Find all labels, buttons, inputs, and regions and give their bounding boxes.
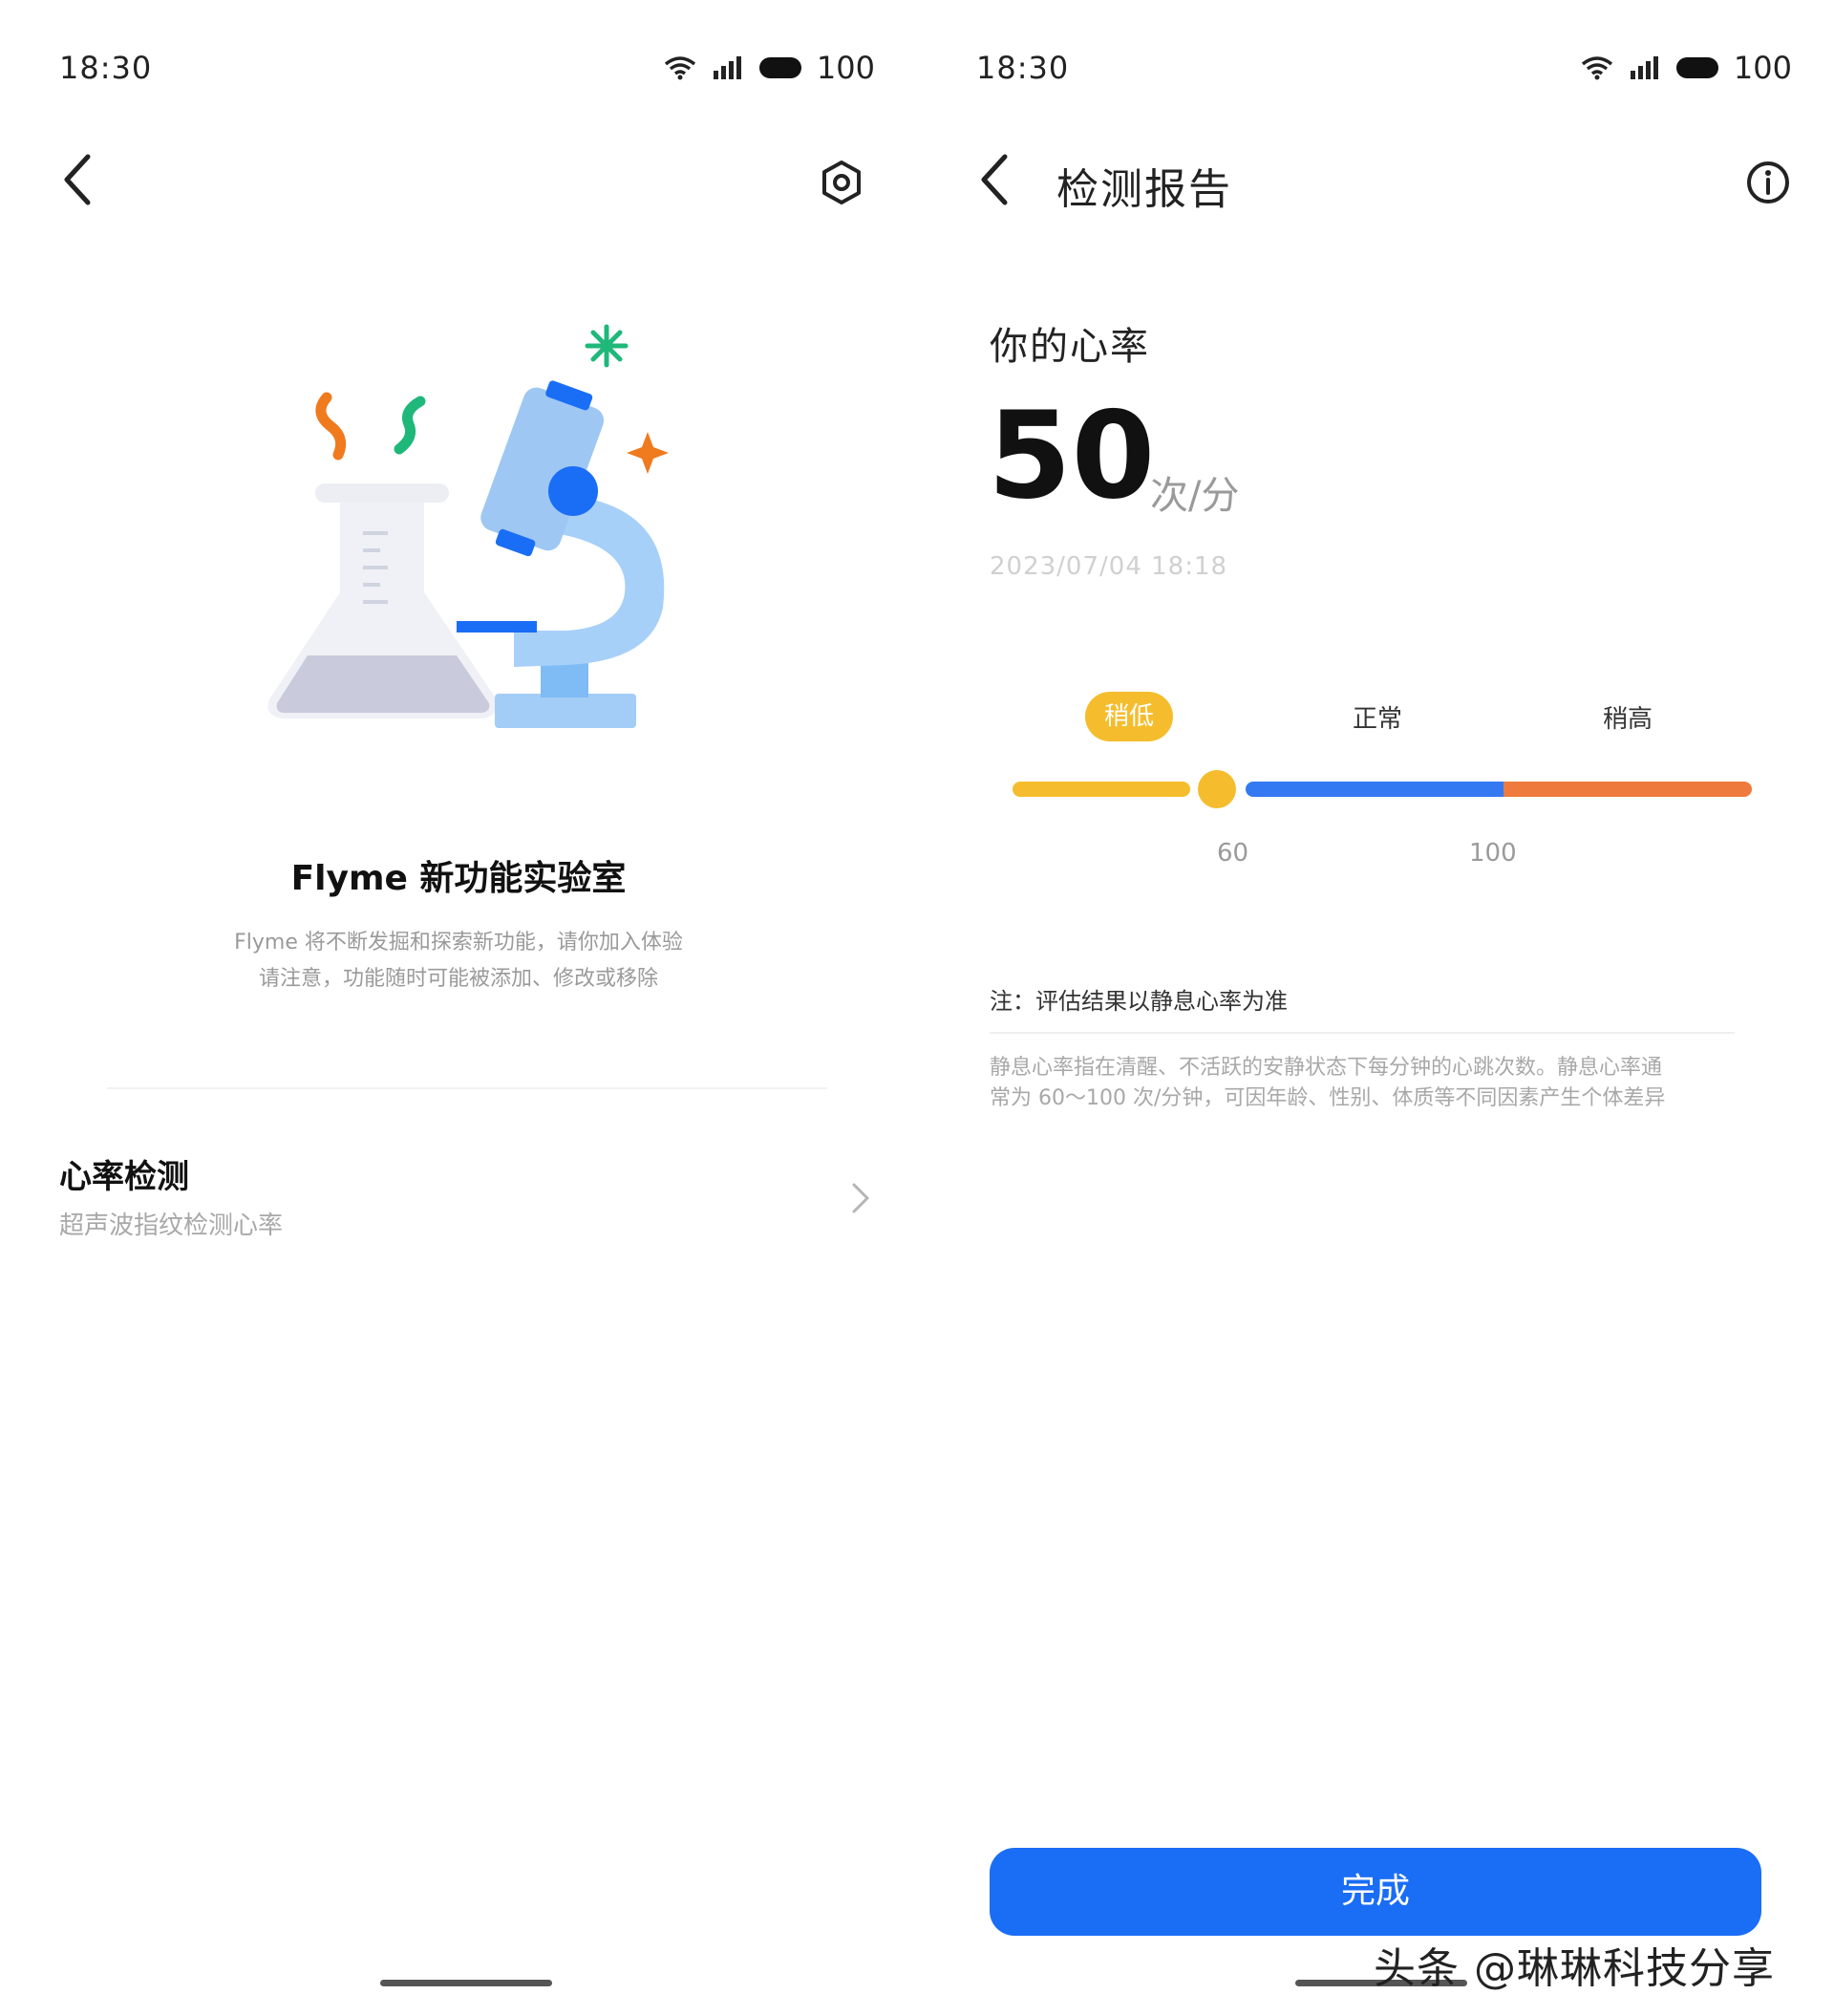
- lab-description-line: 请注意，功能随时可能被添加、修改或移除: [258, 967, 658, 991]
- range-track-normal: [1246, 782, 1523, 797]
- range-label-high: 稍高: [1603, 705, 1653, 734]
- lab-title: Flyme 新功能实验室: [290, 859, 627, 898]
- done-button[interactable]: 完成: [990, 1848, 1761, 1936]
- gear-icon[interactable]: [818, 159, 865, 206]
- battery-icon: [758, 57, 801, 78]
- measurement-timestamp: 2023/07/04 18:18: [990, 552, 1228, 581]
- wifi-icon: [1581, 56, 1613, 80]
- status-time: 18:30: [59, 50, 153, 86]
- home-indicator[interactable]: [380, 1980, 552, 1986]
- note-text-line: 静息心率指在清醒、不活跃的安静状态下每分钟的心跳次数。静息心率通: [990, 1056, 1663, 1080]
- lab-screen: 18:30 100 Flyme 新功能实验室 Flyme 将不断发掘和探索新功能…: [0, 0, 917, 2016]
- battery-level: 100: [816, 50, 875, 86]
- feature-subtitle: 超声波指纹检测心率: [59, 1212, 284, 1240]
- status-icons: 100: [1581, 50, 1792, 86]
- heart-rate-label: 你的心率: [990, 325, 1150, 369]
- sparkle-icon: [585, 324, 629, 368]
- status-time: 18:30: [976, 50, 1070, 86]
- range-tick-100: 100: [1469, 839, 1517, 868]
- info-icon[interactable]: [1744, 159, 1792, 206]
- range-tick-60: 60: [1217, 839, 1249, 868]
- signal-icon: [1630, 56, 1658, 79]
- battery-icon: [1675, 57, 1718, 78]
- chevron-right-icon: [852, 1183, 869, 1213]
- lab-description: Flyme 将不断发掘和探索新功能，请你加入体验 请注意，功能随时可能被添加、修…: [0, 925, 917, 997]
- heart-rate-value: 50: [988, 385, 1156, 525]
- back-arrow-icon[interactable]: [59, 151, 97, 208]
- range-label-low: 稍低: [1085, 692, 1173, 741]
- lab-illustration: [267, 324, 669, 728]
- range-label-normal: 正常: [1353, 705, 1403, 734]
- lab-description-line: Flyme 将不断发掘和探索新功能，请你加入体验: [234, 931, 683, 954]
- star-icon: [627, 432, 669, 474]
- divider: [107, 1087, 827, 1089]
- range-track-low: [1013, 782, 1190, 797]
- wifi-icon: [664, 56, 696, 80]
- current-value-marker: [1198, 770, 1236, 808]
- status-icons: 100: [664, 50, 875, 86]
- note-text-line: 常为 60～100 次/分钟，可因年龄、性别、体质等不同因素产生个体差异: [990, 1086, 1666, 1110]
- heart-rate-unit: 次/分: [1150, 474, 1240, 518]
- battery-level: 100: [1733, 50, 1792, 86]
- back-arrow-icon[interactable]: [976, 151, 1014, 208]
- watermark-text: 头条 @琳琳科技分享: [1374, 1944, 1775, 1993]
- feature-title: 心率检测: [59, 1158, 189, 1196]
- page-title: 检测报告: [1056, 165, 1232, 214]
- divider: [990, 1032, 1735, 1034]
- note-title: 注：评估结果以静息心率为准: [990, 988, 1288, 1015]
- report-screen: 18:30 100 检测报告 你的心率 50 次/分 2023/07/04 18…: [917, 0, 1834, 2016]
- signal-icon: [713, 56, 741, 79]
- note-text: 静息心率指在清醒、不活跃的安静状态下每分钟的心跳次数。静息心率通 常为 60～1…: [990, 1053, 1754, 1114]
- range-track-high: [1503, 782, 1752, 797]
- heart-rate-feature-item[interactable]: 心率检测 超声波指纹检测心率: [59, 1137, 871, 1261]
